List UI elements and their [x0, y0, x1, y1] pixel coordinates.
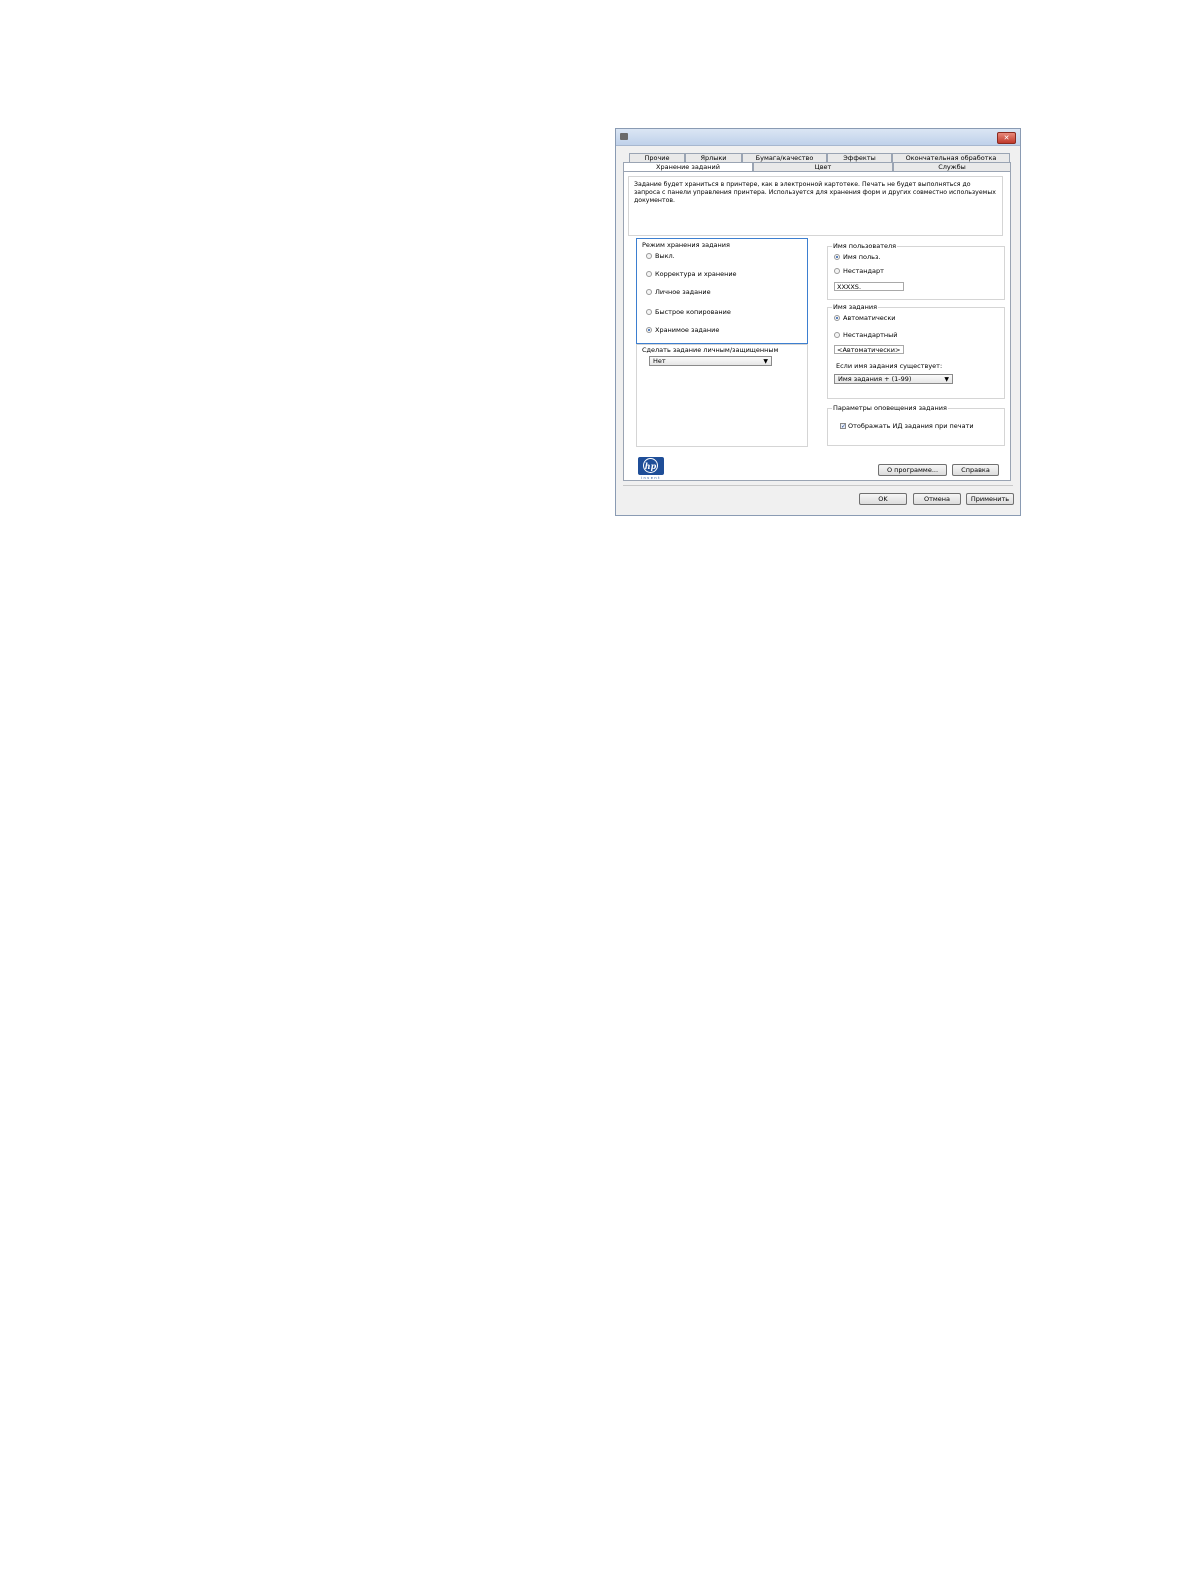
private-select[interactable]: Нет ▼: [649, 356, 772, 366]
private-select-value: Нет: [653, 357, 666, 365]
ok-button[interactable]: OK: [859, 493, 907, 505]
job-exists-select[interactable]: Имя задания + (1-99) ▼: [834, 374, 953, 384]
radio-job-auto[interactable]: Автоматически: [834, 314, 896, 323]
notification-title: Параметры оповещения задания: [832, 404, 948, 412]
apply-button[interactable]: Применить: [966, 493, 1014, 505]
radio-job-auto-indicator[interactable]: [834, 315, 840, 321]
radio-job-auto-label: Автоматически: [843, 314, 896, 322]
radio-user-custom[interactable]: Нестандарт: [834, 267, 884, 276]
radio-quick-copy-indicator[interactable]: [646, 309, 652, 315]
user-name-field[interactable]: XXXXS.: [834, 282, 904, 291]
radio-stored-job[interactable]: Хранимое задание: [646, 326, 719, 335]
tab-services[interactable]: Службы: [893, 162, 1011, 171]
hp-logo: hp: [638, 457, 664, 475]
chevron-down-icon: ▼: [763, 358, 768, 365]
radio-personal-job-label: Личное задание: [655, 288, 711, 296]
radio-quick-copy[interactable]: Быстрое копирование: [646, 308, 731, 317]
hp-logo-invent: invent: [640, 476, 661, 480]
hp-logo-mark: hp: [643, 458, 658, 473]
description-box: Задание будет храниться в принтере, как …: [628, 176, 1003, 236]
title-bar: ✕: [616, 129, 1020, 146]
radio-proof-and-hold-indicator[interactable]: [646, 271, 652, 277]
job-exists-label: Если имя задания существует:: [836, 362, 943, 370]
radio-off-label: Выкл.: [655, 252, 675, 260]
radio-proof-and-hold[interactable]: Корректура и хранение: [646, 270, 737, 279]
radio-personal-job-indicator[interactable]: [646, 289, 652, 295]
chevron-down-icon: ▼: [944, 376, 949, 383]
tab-effects[interactable]: Эффекты: [827, 153, 892, 162]
notification-checkbox-label: Отображать ИД задания при печати: [848, 422, 974, 430]
cancel-button[interactable]: Отмена: [913, 493, 961, 505]
close-button[interactable]: ✕: [997, 132, 1016, 144]
radio-job-custom-indicator[interactable]: [834, 332, 840, 338]
job-exists-select-value: Имя задания + (1-99): [838, 375, 912, 383]
radio-user-custom-indicator[interactable]: [834, 268, 840, 274]
radio-user-custom-label: Нестандарт: [843, 267, 884, 275]
radio-personal-job[interactable]: Личное задание: [646, 288, 711, 297]
radio-stored-job-indicator[interactable]: [646, 327, 652, 333]
radio-user-name[interactable]: Имя польз.: [834, 253, 880, 262]
radio-off-indicator[interactable]: [646, 253, 652, 259]
help-button[interactable]: Справка: [952, 464, 999, 476]
radio-job-custom-label: Нестандартный: [843, 331, 898, 339]
radio-job-custom[interactable]: Нестандартный: [834, 331, 897, 340]
tab-finishing[interactable]: Окончательная обработка: [892, 153, 1010, 162]
radio-stored-job-label: Хранимое задание: [655, 326, 720, 334]
tab-shortcuts[interactable]: Ярлыки: [685, 153, 742, 162]
about-button[interactable]: О программе...: [878, 464, 947, 476]
radio-off[interactable]: Выкл.: [646, 252, 675, 261]
radio-proof-and-hold-label: Корректура и хранение: [655, 270, 737, 278]
notification-checkbox-row[interactable]: ✓ Отображать ИД задания при печати: [840, 422, 974, 431]
description-text: Задание будет храниться в принтере, как …: [634, 181, 996, 204]
radio-user-name-label: Имя польз.: [843, 253, 881, 261]
storage-mode-title: Режим хранения задания: [641, 241, 731, 249]
job-storage-panel: Задание будет храниться в принтере, как …: [623, 171, 1011, 481]
notification-checkbox[interactable]: ✓: [840, 423, 846, 430]
tab-color[interactable]: Цвет: [753, 162, 893, 171]
printer-properties-dialog: ✕ Прочие Ярлыки Бумага/качество Эффекты …: [615, 128, 1021, 516]
private-label: Сделать задание личным/защищенным: [641, 346, 780, 354]
radio-quick-copy-label: Быстрое копирование: [655, 308, 731, 316]
divider: [623, 485, 1013, 486]
user-name-title: Имя пользователя: [832, 242, 898, 250]
job-name-title: Имя задания: [832, 303, 879, 311]
job-name-field[interactable]: <Автоматически>: [834, 345, 904, 354]
tab-paper-quality[interactable]: Бумага/качество: [742, 153, 827, 162]
printer-icon: [620, 133, 628, 140]
tab-other[interactable]: Прочие: [629, 153, 685, 162]
radio-user-name-indicator[interactable]: [834, 254, 840, 260]
